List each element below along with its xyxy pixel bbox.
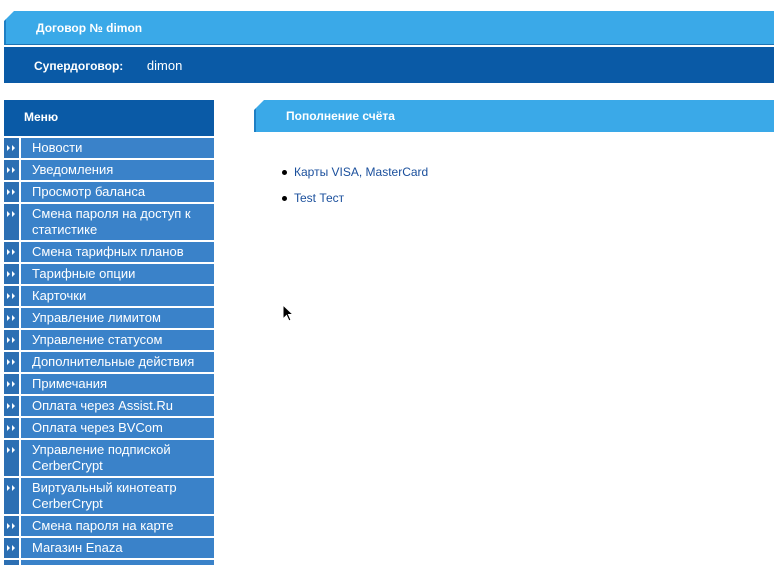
- sidebar-menu-item[interactable]: Карточки: [4, 286, 214, 308]
- super-contract-value: dimon: [146, 58, 183, 73]
- sidebar-menu-item[interactable]: Смена пароля на доступ к статистике: [4, 204, 214, 242]
- contract-title: Договор № dimon: [36, 21, 143, 35]
- sidebar-menu-item[interactable]: Смена тарифных планов: [4, 242, 214, 264]
- double-arrow-icon: [4, 396, 21, 416]
- payment-methods-list: Карты VISA, MasterCard Test Тест: [282, 159, 428, 211]
- sidebar-menu-item-label: Управление подпиской CerberCrypt: [32, 442, 171, 473]
- sidebar-menu-item-label: Дополнительные действия: [32, 354, 195, 369]
- sidebar-menu-item[interactable]: Смена пароля на карте: [4, 516, 214, 538]
- double-arrow-icon: [4, 560, 21, 565]
- sidebar-menu-item-label: Тарифные опции: [32, 266, 136, 281]
- double-arrow-icon: [4, 286, 21, 306]
- sidebar-menu-item[interactable]: Управление подпиской CerberCrypt: [4, 440, 214, 478]
- sidebar-menu-item[interactable]: Управление статусом: [4, 330, 214, 352]
- double-arrow-icon: [4, 182, 21, 202]
- sidebar-menu: Новости Уведомления Просмотр баланса Смена …: [4, 138, 214, 565]
- double-arrow-icon: [4, 418, 21, 438]
- sidebar-menu-item-label: Управление лимитом: [32, 310, 161, 325]
- bullet-icon: [282, 169, 287, 175]
- sidebar-menu-item-label: Оплата через BVCom: [32, 420, 163, 435]
- list-item: Test Тест: [282, 185, 428, 211]
- super-contract-bar: Супердоговор: dimon: [4, 47, 774, 83]
- sidebar-menu-item[interactable]: Просмотр баланса: [4, 182, 214, 204]
- sidebar-menu-item-label: Просмотр баланса: [32, 184, 146, 199]
- double-arrow-icon: [4, 538, 21, 558]
- page-title-bar: Пополнение счёта: [254, 100, 774, 132]
- double-arrow-icon: [4, 160, 21, 180]
- double-arrow-icon: [4, 330, 21, 350]
- sidebar-menu-item-label: Примечания: [32, 376, 108, 391]
- double-arrow-icon: [4, 374, 21, 394]
- double-arrow-icon: [4, 138, 21, 158]
- sidebar-menu-item[interactable]: Уведомления: [4, 160, 214, 182]
- double-arrow-icon: [4, 440, 21, 476]
- bullet-icon: [282, 195, 287, 201]
- payment-method-link[interactable]: Карты VISA, MasterCard: [294, 165, 428, 179]
- sidebar-menu-item[interactable]: Оплата через BVCom: [4, 418, 214, 440]
- double-arrow-icon: [4, 204, 21, 240]
- sidebar-menu-item[interactable]: Пополнение счёта: [4, 560, 214, 565]
- sidebar-menu-item-label: Смена тарифных планов: [32, 244, 184, 259]
- sidebar-menu-item-label: Пополнение счёта: [21, 560, 149, 565]
- menu-title: Меню: [4, 100, 214, 136]
- super-contract-label: Супердоговор:: [34, 59, 124, 73]
- sidebar-menu-item[interactable]: Оплата через Assist.Ru: [4, 396, 214, 418]
- sidebar-menu-item[interactable]: Магазин Enaza: [4, 538, 214, 560]
- list-item: Карты VISA, MasterCard: [282, 159, 428, 185]
- sidebar-menu-item-label: Виртуальный кинотеатр CerberCrypt: [32, 480, 177, 511]
- sidebar-menu-item[interactable]: Дополнительные действия: [4, 352, 214, 374]
- sidebar-menu-item-label: Уведомления: [32, 162, 114, 177]
- contract-title-bar: Договор № dimon: [4, 11, 774, 45]
- sidebar-menu-item-label: Оплата через Assist.Ru: [32, 398, 173, 413]
- sidebar-menu-item-label: Карточки: [32, 288, 87, 303]
- sidebar-menu-item-label: Магазин Enaza: [32, 540, 123, 555]
- sidebar-menu-item-label: Смена пароля на карте: [32, 518, 174, 533]
- double-arrow-icon: [4, 242, 21, 262]
- sidebar-menu-item[interactable]: Тарифные опции: [4, 264, 214, 286]
- double-arrow-icon: [4, 516, 21, 536]
- sidebar-menu-item-label: Управление статусом: [32, 332, 163, 347]
- sidebar-menu-item-label: Смена пароля на доступ к статистике: [32, 206, 191, 237]
- sidebar-menu-item[interactable]: Виртуальный кинотеатр CerberCrypt: [4, 478, 214, 516]
- double-arrow-icon: [4, 478, 21, 514]
- mouse-cursor-icon: [282, 304, 294, 322]
- double-arrow-icon: [4, 308, 21, 328]
- sidebar-menu-item-label: Новости: [32, 140, 83, 155]
- corner-notch: [254, 100, 264, 110]
- page-title: Пополнение счёта: [286, 109, 395, 123]
- sidebar-menu-item[interactable]: Новости: [4, 138, 214, 160]
- payment-method-link[interactable]: Test Тест: [294, 191, 344, 205]
- double-arrow-icon: [4, 264, 21, 284]
- double-arrow-icon: [4, 352, 21, 372]
- sidebar-menu-item[interactable]: Управление лимитом: [4, 308, 214, 330]
- corner-notch: [4, 11, 14, 21]
- sidebar-menu-item[interactable]: Примечания: [4, 374, 214, 396]
